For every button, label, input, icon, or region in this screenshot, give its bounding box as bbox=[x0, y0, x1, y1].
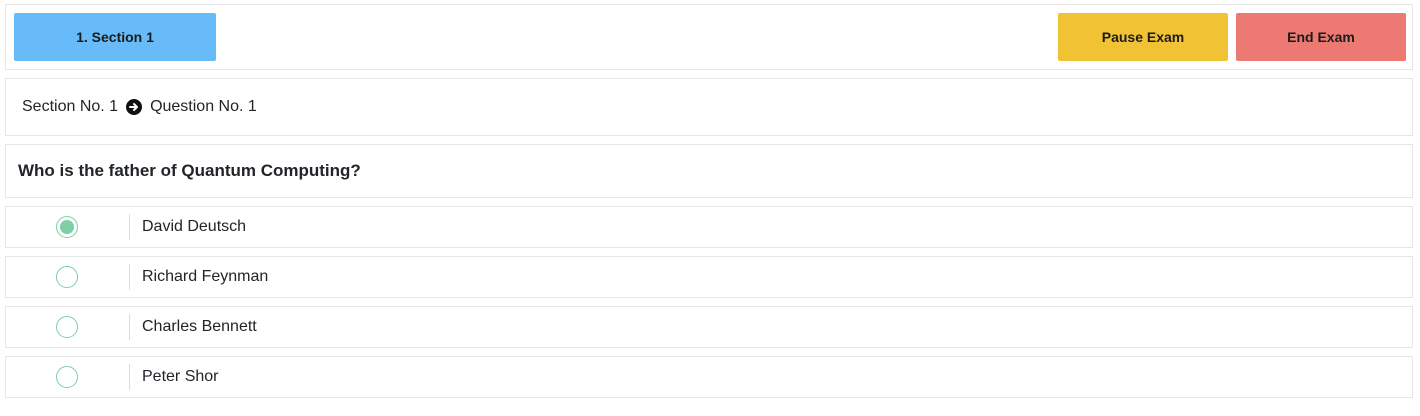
breadcrumb: Section No. 1 Question No. 1 bbox=[5, 78, 1413, 136]
breadcrumb-question: Question No. 1 bbox=[150, 98, 257, 115]
option-label: Richard Feynman bbox=[142, 268, 269, 285]
question-title: Who is the father of Quantum Computing? bbox=[5, 144, 1413, 198]
answer-option[interactable]: Charles Bennett bbox=[5, 306, 1413, 348]
exam-toolbar: 1. Section 1 Pause Exam End Exam bbox=[5, 4, 1413, 70]
radio-dot bbox=[59, 220, 74, 234]
section-button[interactable]: 1. Section 1 bbox=[14, 13, 216, 61]
radio-button[interactable] bbox=[55, 316, 78, 338]
option-label: Charles Bennett bbox=[142, 318, 257, 335]
question-text: Who is the father of Quantum Computing? bbox=[18, 161, 361, 180]
answer-option[interactable]: Richard Feynman bbox=[5, 256, 1413, 298]
radio-button-selected[interactable] bbox=[55, 216, 78, 238]
radio-cell bbox=[6, 364, 130, 390]
radio-cell bbox=[6, 214, 130, 240]
pause-exam-button[interactable]: Pause Exam bbox=[1058, 13, 1228, 61]
radio-cell bbox=[6, 264, 130, 290]
answer-option[interactable]: Peter Shor bbox=[5, 356, 1413, 398]
option-label: David Deutsch bbox=[142, 218, 247, 235]
breadcrumb-section: Section No. 1 bbox=[22, 98, 119, 115]
arrow-circle-right-icon bbox=[126, 99, 143, 115]
answer-option[interactable]: David Deutsch bbox=[5, 206, 1413, 248]
radio-button[interactable] bbox=[55, 366, 78, 388]
option-label: Peter Shor bbox=[142, 368, 219, 385]
radio-button[interactable] bbox=[55, 266, 78, 288]
radio-cell bbox=[6, 314, 130, 340]
end-exam-button[interactable]: End Exam bbox=[1236, 13, 1406, 61]
